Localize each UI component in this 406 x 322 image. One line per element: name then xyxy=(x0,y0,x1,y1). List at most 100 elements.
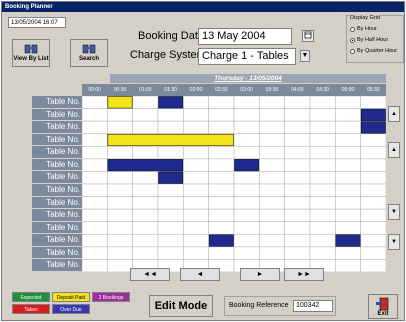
grid-cell[interactable] xyxy=(233,133,260,147)
grid-cell[interactable] xyxy=(132,208,159,223)
grid-cell[interactable] xyxy=(335,208,361,223)
grid-cell[interactable] xyxy=(284,208,311,223)
grid-cell[interactable] xyxy=(208,196,235,210)
grid-cell[interactable] xyxy=(335,183,361,197)
grid-cell[interactable] xyxy=(208,158,235,172)
booking-block[interactable] xyxy=(107,133,234,147)
grid-cell[interactable] xyxy=(82,133,108,147)
grid-cell[interactable] xyxy=(284,158,311,172)
grid-cell[interactable] xyxy=(208,208,235,223)
grid-cell[interactable] xyxy=(284,221,311,235)
grid-cell[interactable] xyxy=(284,108,311,122)
grid-cell[interactable] xyxy=(360,96,386,109)
grid-cell[interactable] xyxy=(335,145,361,160)
exit-button[interactable]: Exit xyxy=(368,294,398,319)
grid-cell[interactable] xyxy=(208,145,235,160)
nav-first-button[interactable]: ◄◄ xyxy=(130,268,170,281)
grid-cell[interactable] xyxy=(259,108,285,122)
grid-cell[interactable] xyxy=(183,96,209,109)
grid-cell[interactable] xyxy=(335,196,361,210)
grid-cell[interactable] xyxy=(132,120,159,135)
grid-cell[interactable] xyxy=(309,233,336,248)
grid-cell[interactable] xyxy=(82,233,108,248)
grid-cell[interactable] xyxy=(259,233,285,248)
grid-cell[interactable] xyxy=(233,145,260,160)
grid-cell[interactable] xyxy=(82,196,108,210)
grid-cell[interactable] xyxy=(259,120,285,135)
grid-cell[interactable] xyxy=(360,145,386,160)
booking-block[interactable] xyxy=(158,171,184,184)
grid-cell[interactable] xyxy=(132,171,159,185)
grid-cell[interactable] xyxy=(183,158,209,172)
grid-cell[interactable] xyxy=(82,208,108,223)
grid-cell[interactable] xyxy=(107,120,133,135)
grid-cell[interactable] xyxy=(335,96,361,109)
grid-cell[interactable] xyxy=(233,96,260,109)
vertical-scrollbar[interactable]: ▲ ▲ ▼ ▼ xyxy=(388,96,402,272)
grid-cell[interactable] xyxy=(183,171,209,185)
grid-cell[interactable] xyxy=(208,246,235,260)
grid-cell[interactable] xyxy=(259,196,285,210)
grid-cell[interactable] xyxy=(233,196,260,210)
search-button[interactable]: Search xyxy=(70,39,108,67)
grid-cell[interactable] xyxy=(309,96,336,109)
grid-cell[interactable] xyxy=(82,158,108,172)
grid-cell[interactable] xyxy=(360,259,386,272)
booking-block[interactable] xyxy=(158,96,184,109)
grid-cell[interactable] xyxy=(157,120,184,135)
grid-cell[interactable] xyxy=(335,158,361,172)
grid-cell[interactable] xyxy=(157,221,184,235)
grid-cell[interactable] xyxy=(309,145,336,160)
grid-cell[interactable] xyxy=(183,120,209,135)
grid-cell[interactable] xyxy=(335,246,361,260)
booking-block[interactable] xyxy=(360,121,386,134)
grid-cell[interactable] xyxy=(284,196,311,210)
booking-block[interactable] xyxy=(107,159,184,172)
grid-cell[interactable] xyxy=(259,183,285,197)
grid-cell[interactable] xyxy=(309,158,336,172)
grid-cell[interactable] xyxy=(259,96,285,109)
radio-by-hour[interactable]: By Hour xyxy=(350,26,377,32)
nav-next-button[interactable]: ► xyxy=(240,268,280,281)
grid-cell[interactable] xyxy=(335,120,361,135)
grid-cell[interactable] xyxy=(233,171,260,185)
grid-cell[interactable] xyxy=(360,233,386,248)
grid-cell[interactable] xyxy=(360,183,386,197)
grid-cell[interactable] xyxy=(208,108,235,122)
grid-cell[interactable] xyxy=(309,196,336,210)
grid-cell[interactable] xyxy=(107,246,133,260)
edit-mode-button[interactable]: Edit Mode xyxy=(149,295,213,317)
grid-cell[interactable] xyxy=(335,133,361,147)
grid-cell[interactable] xyxy=(208,96,235,109)
grid-cell[interactable] xyxy=(233,183,260,197)
grid-cell[interactable] xyxy=(107,145,133,160)
grid-cell[interactable] xyxy=(233,233,260,248)
grid-cell[interactable] xyxy=(259,171,285,185)
booking-block[interactable] xyxy=(208,234,234,247)
grid-cell[interactable] xyxy=(157,208,184,223)
grid-cell[interactable] xyxy=(132,145,159,160)
grid-cell[interactable] xyxy=(360,208,386,223)
grid-cell[interactable] xyxy=(183,246,209,260)
grid-cell[interactable] xyxy=(335,221,361,235)
grid-cell[interactable] xyxy=(82,120,108,135)
grid-cell[interactable] xyxy=(208,171,235,185)
grid-cell[interactable] xyxy=(183,221,209,235)
grid-cell[interactable] xyxy=(82,96,108,109)
grid-cell[interactable] xyxy=(233,246,260,260)
grid-cell[interactable] xyxy=(309,246,336,260)
grid-cell[interactable] xyxy=(284,246,311,260)
grid-cell[interactable] xyxy=(360,246,386,260)
grid-cell[interactable] xyxy=(309,208,336,223)
grid-cell[interactable] xyxy=(183,108,209,122)
grid-cell[interactable] xyxy=(82,221,108,235)
grid-cell[interactable] xyxy=(259,221,285,235)
booking-block[interactable] xyxy=(360,108,386,121)
calendar-picker-button[interactable] xyxy=(302,30,314,42)
nav-prev-button[interactable]: ◄ xyxy=(180,268,220,281)
grid-cell[interactable] xyxy=(309,108,336,122)
grid-cell[interactable] xyxy=(183,145,209,160)
grid-cell[interactable] xyxy=(309,120,336,135)
scroll-up-button[interactable]: ▲ xyxy=(388,106,400,122)
grid-cell[interactable] xyxy=(107,183,133,197)
